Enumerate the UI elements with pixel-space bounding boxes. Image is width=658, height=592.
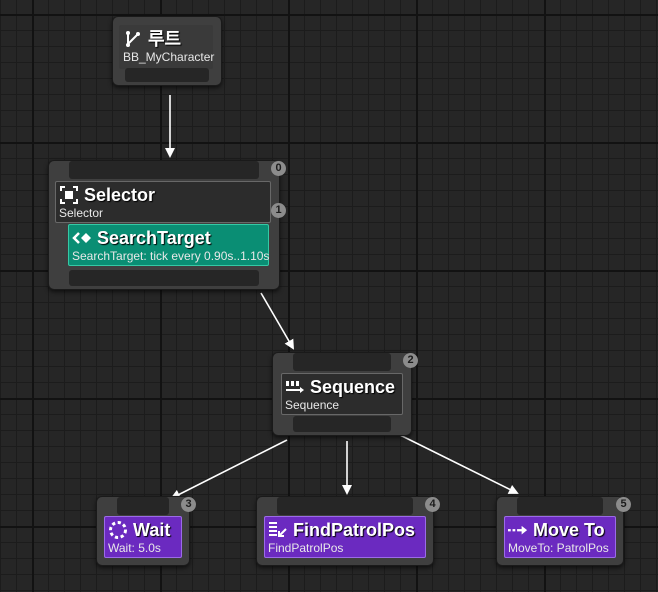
move-to-icon (508, 520, 528, 540)
findpatrolpos-task-node[interactable]: FindPatrolPos FindPatrolPos (256, 496, 434, 566)
wait-task-node[interactable]: Wait Wait: 5.0s (96, 496, 190, 566)
findpatrolpos-title: FindPatrolPos (293, 520, 416, 540)
move-to-subtitle: MoveTo: PatrolPos (508, 541, 609, 555)
wait-title: Wait (133, 520, 171, 540)
service-icon (72, 228, 92, 248)
wire-sequence-moveto (399, 434, 519, 494)
selector-icon (59, 185, 79, 205)
selector-input-pin[interactable] (69, 161, 259, 179)
wait-input-pin[interactable] (117, 497, 169, 515)
execution-index-badge: 4 (425, 497, 440, 512)
execution-index-badge: 5 (616, 497, 631, 512)
move-to-input-pin[interactable] (517, 497, 603, 515)
sequence-input-pin[interactable] (293, 353, 391, 371)
sequence-subtitle: Sequence (285, 398, 340, 412)
selector-subtitle: Selector (59, 206, 104, 220)
wire-sequence-wait (170, 439, 288, 499)
findpatrolpos-subtitle: FindPatrolPos (268, 541, 344, 555)
wait-icon (108, 520, 128, 540)
sequence-output-pin[interactable] (293, 416, 391, 432)
move-to-title: Move To (533, 520, 605, 540)
task-icon (268, 520, 288, 540)
selector-body: Selector Selector (55, 181, 271, 223)
move-to-task-node[interactable]: Move To MoveTo: PatrolPos (496, 496, 624, 566)
service-subtitle: SearchTarget: tick every 0.90s..1.10s (72, 249, 270, 263)
wait-subtitle: Wait: 5.0s (108, 541, 161, 555)
selector-node[interactable]: Selector Selector SearchTarget SearchTar… (48, 160, 280, 290)
wait-body: Wait Wait: 5.0s (104, 516, 182, 558)
search-target-service[interactable]: SearchTarget SearchTarget: tick every 0.… (68, 224, 269, 266)
sequence-icon (285, 377, 305, 397)
root-subtitle: BB_MyCharacter (123, 50, 215, 64)
execution-index-badge: 0 (271, 161, 286, 176)
move-to-body: Move To MoveTo: PatrolPos (504, 516, 616, 558)
findpatrolpos-body: FindPatrolPos FindPatrolPos (264, 516, 426, 558)
sequence-node[interactable]: Sequence Sequence (272, 352, 412, 436)
execution-index-badge: 2 (403, 353, 418, 368)
findpatrolpos-input-pin[interactable] (277, 497, 413, 515)
selector-title: Selector (84, 185, 156, 205)
root-node-body: 루트 BB_MyCharacter (119, 25, 215, 69)
sequence-body: Sequence Sequence (281, 373, 403, 415)
root-node[interactable]: 루트 BB_MyCharacter (112, 16, 222, 86)
root-title: 루트 (148, 29, 182, 49)
selector-output-pin[interactable] (69, 270, 259, 286)
execution-index-badge: 1 (271, 203, 286, 218)
wire-selector-sequence (260, 292, 295, 350)
branch-icon (123, 29, 143, 49)
sequence-title: Sequence (310, 377, 396, 397)
execution-index-badge: 3 (181, 497, 196, 512)
service-title: SearchTarget (97, 228, 211, 248)
root-output-pin[interactable] (125, 68, 209, 82)
